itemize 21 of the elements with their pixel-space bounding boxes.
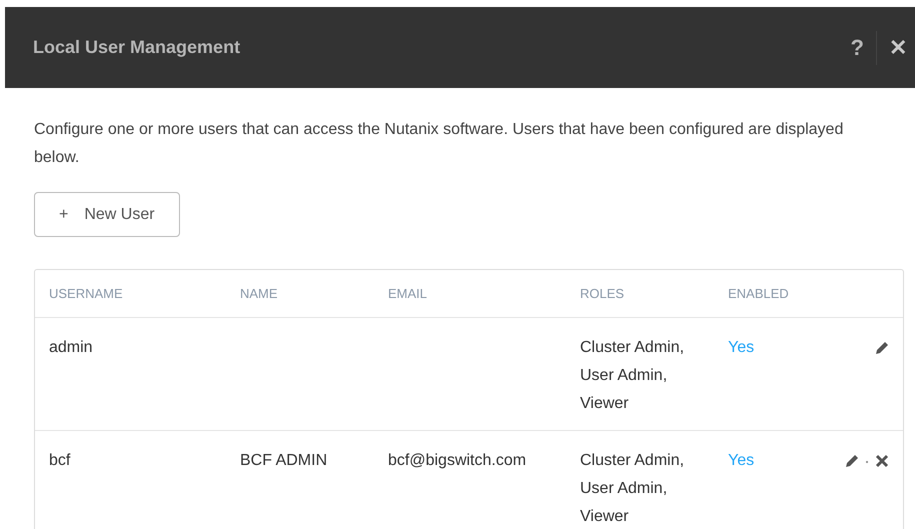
new-user-button[interactable]: + New User — [34, 192, 180, 237]
table-cell: bcf@bigswitch.com — [388, 452, 526, 469]
column-header: ENABLED — [728, 286, 789, 300]
help-button[interactable]: ? — [838, 31, 876, 64]
pencil-icon[interactable] — [845, 454, 859, 468]
enabled-status: Yes — [728, 452, 754, 469]
column-header: EMAIL — [388, 286, 428, 300]
close-button[interactable]: ✕ — [877, 31, 907, 64]
dialog-title: Local User Management — [33, 36, 240, 59]
table-cell-text: Cluster Admin, User Admin, Viewer — [580, 338, 686, 414]
column-header: ROLES — [580, 286, 624, 300]
delete-icon[interactable] — [875, 454, 889, 468]
pencil-icon[interactable] — [875, 341, 889, 355]
table-cell: admin — [49, 339, 93, 356]
description-text: Configure one or more users that can access the Nutanix software. Users that have been configured are displayed below. — [34, 120, 844, 168]
column-header: USERNAME — [49, 286, 123, 300]
column-header: NAME — [240, 286, 278, 300]
enabled-status: Yes — [728, 339, 754, 356]
table-cell: bcf — [49, 452, 70, 469]
table-cell: BCF ADMIN — [240, 452, 328, 469]
table-cell-text: Cluster Admin, User Admin, Viewer — [580, 451, 686, 527]
